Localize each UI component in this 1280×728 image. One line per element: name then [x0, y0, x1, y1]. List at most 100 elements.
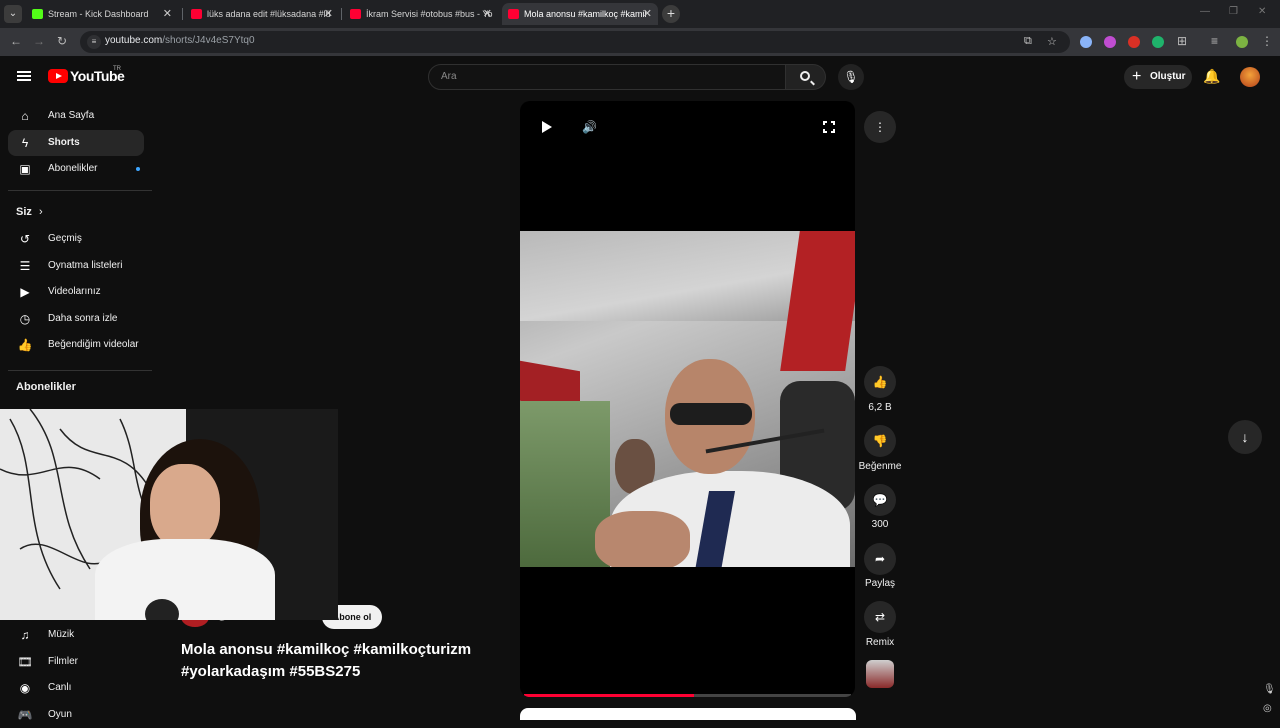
url-field[interactable]: ≡ youtube.com/shorts/J4v4eS7Ytq0 ⧉ ☆	[80, 31, 1070, 53]
short-title: Mola anonsu #kamilkoç #kamilkoçturizm #y…	[181, 639, 501, 683]
streamer-face	[150, 464, 220, 549]
microphone-icon: 🎙	[843, 70, 859, 84]
extension-icon[interactable]	[1080, 36, 1092, 48]
movies-icon: 🎞	[17, 655, 33, 669]
next-short-preview[interactable]	[520, 708, 856, 720]
account-avatar[interactable]	[1240, 67, 1260, 87]
sidebar-item-liked-videos[interactable]: 👍 Beğendiğim videolar	[8, 332, 144, 358]
search-icon	[800, 71, 810, 81]
sidebar-item-watch-later[interactable]: ◷ Daha sonra izle	[8, 306, 144, 332]
extensions-puzzle-icon[interactable]: ⊞	[1177, 34, 1187, 48]
browser-menu-icon[interactable]: ⋮	[1261, 34, 1273, 48]
sidebar-item-playlists[interactable]: ☰ Oynatma listeleri	[8, 253, 144, 279]
sidebar-item-label: Oyun	[48, 709, 72, 720]
sidebar-divider	[8, 370, 152, 371]
sidebar-item-history[interactable]: ↺ Geçmiş	[8, 226, 144, 252]
sidebar-item-gaming[interactable]: 🎮 Oyun	[8, 702, 144, 728]
tab-divider	[341, 8, 342, 20]
voice-search-button[interactable]: 🎙	[838, 64, 864, 90]
like-count: 6,2 B	[868, 402, 892, 413]
reload-icon[interactable]: ↻	[57, 34, 67, 48]
progress-bar[interactable]	[524, 694, 851, 697]
back-icon[interactable]: ←	[10, 34, 22, 48]
like-button[interactable]: 👍	[864, 366, 896, 398]
notifications-bell-icon[interactable]: 🔔	[1203, 68, 1220, 85]
watch-later-icon: ◷	[19, 312, 31, 326]
comment-count: 300	[871, 519, 889, 530]
sidebar-item-label: Geçmiş	[48, 233, 82, 244]
subscriptions-icon: ▣	[19, 162, 31, 176]
create-button[interactable]: + Oluştur	[1124, 65, 1192, 89]
volume-icon[interactable]: 🔊	[582, 120, 597, 134]
maximize-icon[interactable]: ❐	[1229, 6, 1238, 17]
browser-tab-bar: ⌄ Stream - Kick Dashboard ✕ lüks adana e…	[0, 0, 1280, 28]
extension-icon[interactable]	[1128, 36, 1140, 48]
sidebar-item-label: Filmler	[48, 656, 78, 667]
close-icon[interactable]: ✕	[163, 3, 172, 25]
fullscreen-icon[interactable]	[822, 120, 836, 134]
short-title-line: #yolarkadaşım #55BS275	[181, 663, 361, 680]
youtube-logo-icon[interactable]	[48, 69, 68, 83]
search-input[interactable]: Ara	[428, 64, 786, 90]
sidebar-item-subscriptions[interactable]: ▣ Abonelikler	[8, 156, 144, 182]
share-arrow-icon: ➦	[874, 552, 886, 566]
create-label: Oluştur	[1150, 71, 1186, 82]
thumbs-up-icon: 👍	[872, 375, 888, 389]
close-icon[interactable]: ✕	[324, 3, 333, 25]
browser-tab-mola-anonsu[interactable]: Mola anonsu #kamilkoç #kamil ✕	[502, 3, 658, 25]
browser-tab-ikram-servisi[interactable]: İkram Servisi #otobus #bus - Yo ✕	[344, 3, 498, 25]
sidebar-item-live[interactable]: ◉ Canlı	[8, 675, 144, 701]
sidebar-item-home[interactable]: ⌂ Ana Sayfa	[8, 103, 144, 129]
microphone-icon: 🎙	[1263, 684, 1276, 695]
dislike-button[interactable]: 👎	[864, 425, 896, 457]
share-button[interactable]: ➦	[864, 543, 896, 575]
profile-avatar[interactable]	[1236, 36, 1248, 48]
bookmark-star-icon[interactable]: ☆	[1047, 35, 1057, 48]
sidebar-item-your-videos[interactable]: ▶ Videolarınız	[8, 279, 144, 305]
more-options-button[interactable]: ⋮	[864, 111, 896, 143]
youtube-icon	[508, 9, 519, 19]
browser-tab-luks-adana[interactable]: lüks adana edit #lüksadana #lü ✕	[185, 3, 339, 25]
minimize-icon[interactable]: —	[1200, 6, 1210, 17]
search-button[interactable]	[786, 64, 826, 90]
close-icon[interactable]: ✕	[643, 3, 652, 25]
arrow-down-icon: ↓	[1241, 429, 1249, 445]
new-tab-button[interactable]: +	[662, 5, 680, 23]
sidebar-you-header[interactable]: Siz ›	[16, 206, 43, 218]
sidebar-item-shorts[interactable]: ϟ Shorts	[8, 130, 144, 156]
forward-icon[interactable]: →	[33, 34, 45, 48]
shorts-player[interactable]: 🔊	[520, 101, 855, 697]
browser-tab-kick[interactable]: Stream - Kick Dashboard ✕	[26, 3, 178, 25]
sidebar-item-label: Daha sonra izle	[48, 313, 118, 324]
youtube-header: YouTube TR Ara 🎙 + Oluştur 🔔	[0, 56, 1280, 98]
sidebar-item-label: Beğendiğim videolar	[48, 339, 139, 350]
play-icon[interactable]	[542, 121, 552, 133]
your-videos-icon: ▶	[20, 285, 30, 299]
extension-icon[interactable]	[1104, 36, 1116, 48]
sidebar-item-movies[interactable]: 🎞 Filmler	[8, 649, 144, 675]
extension-icon[interactable]	[1152, 36, 1164, 48]
playlists-icon: ☰	[19, 259, 31, 273]
menu-icon[interactable]	[17, 71, 31, 81]
site-info-icon[interactable]: ≡	[87, 35, 101, 49]
install-app-icon[interactable]: ⧉	[1024, 35, 1032, 48]
streamer-shirt	[95, 539, 275, 620]
media-controls-icon[interactable]: ≡	[1211, 34, 1218, 48]
more-vertical-icon: ⋮	[874, 120, 886, 134]
tab-search-dropdown[interactable]: ⌄	[4, 5, 22, 23]
music-icon: ♫	[20, 628, 30, 642]
kick-icon	[32, 9, 43, 19]
video-frame[interactable]	[520, 231, 855, 567]
short-title-line: Mola anonsu #kamilkoç #kamilkoçturizm	[181, 641, 472, 658]
sidebar-item-music[interactable]: ♫ Müzik	[8, 622, 144, 648]
sidebar-item-label: Shorts	[48, 137, 80, 148]
next-short-button[interactable]: ↓	[1228, 420, 1262, 454]
remix-button[interactable]: ⇄	[864, 601, 896, 633]
gaming-icon: 🎮	[17, 708, 33, 722]
close-icon[interactable]: ✕	[483, 3, 492, 25]
youtube-icon	[191, 9, 202, 19]
sound-thumbnail[interactable]	[866, 660, 894, 688]
window-close-icon[interactable]: ✕	[1258, 6, 1266, 17]
comments-button[interactable]: 💬	[864, 484, 896, 516]
youtube-icon	[350, 9, 361, 19]
